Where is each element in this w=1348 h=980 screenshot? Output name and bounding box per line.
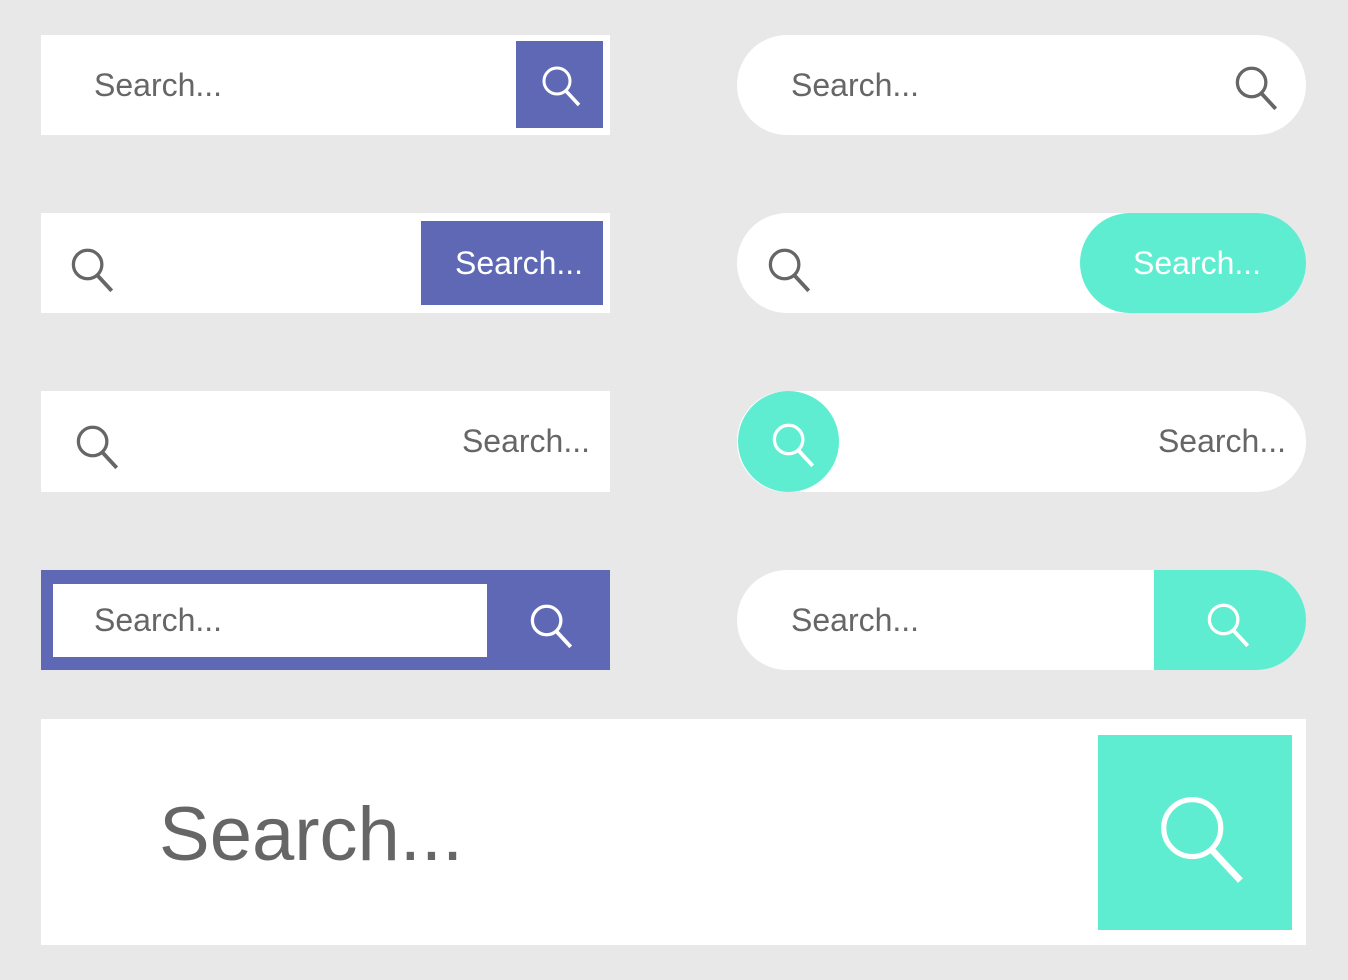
search-bar-5[interactable]: Search...: [737, 35, 1306, 135]
search-icon: [541, 65, 581, 107]
search-input[interactable]: Search...: [1158, 425, 1286, 457]
search-button[interactable]: Search...: [421, 221, 603, 305]
search-bar-9[interactable]: Search...: [41, 719, 1306, 945]
search-button[interactable]: [516, 41, 603, 128]
search-input[interactable]: Search...: [159, 797, 463, 873]
search-icon: [769, 422, 817, 468]
search-input[interactable]: Search...: [462, 425, 590, 457]
search-bar-4[interactable]: Search...: [41, 570, 610, 670]
search-button[interactable]: [738, 391, 839, 492]
search-input[interactable]: Search...: [791, 604, 919, 636]
search-button[interactable]: [1154, 570, 1306, 670]
search-icon[interactable]: [73, 424, 121, 470]
search-bar-3[interactable]: Search...: [41, 391, 610, 492]
search-icon[interactable]: [528, 603, 574, 649]
search-input-field[interactable]: Search...: [53, 584, 487, 657]
search-icon[interactable]: [1233, 65, 1279, 111]
search-input[interactable]: Search...: [94, 69, 222, 101]
search-button[interactable]: Search...: [1080, 213, 1306, 313]
search-bar-6[interactable]: Search...: [737, 213, 1306, 313]
search-input[interactable]: Search...: [94, 604, 222, 636]
search-button-label: Search...: [1133, 245, 1262, 281]
search-icon: [1205, 602, 1251, 648]
search-icon: [765, 247, 813, 293]
search-bar-1[interactable]: Search...: [41, 35, 610, 135]
search-icon: [1155, 793, 1247, 885]
search-button[interactable]: [1098, 735, 1292, 930]
search-icon: [68, 247, 116, 293]
search-bar-2[interactable]: Search...: [41, 213, 610, 313]
search-bar-8[interactable]: Search...: [737, 570, 1306, 670]
search-bar-7[interactable]: Search...: [737, 391, 1306, 492]
search-button-label: Search...: [455, 245, 584, 281]
search-input[interactable]: Search...: [791, 69, 919, 101]
